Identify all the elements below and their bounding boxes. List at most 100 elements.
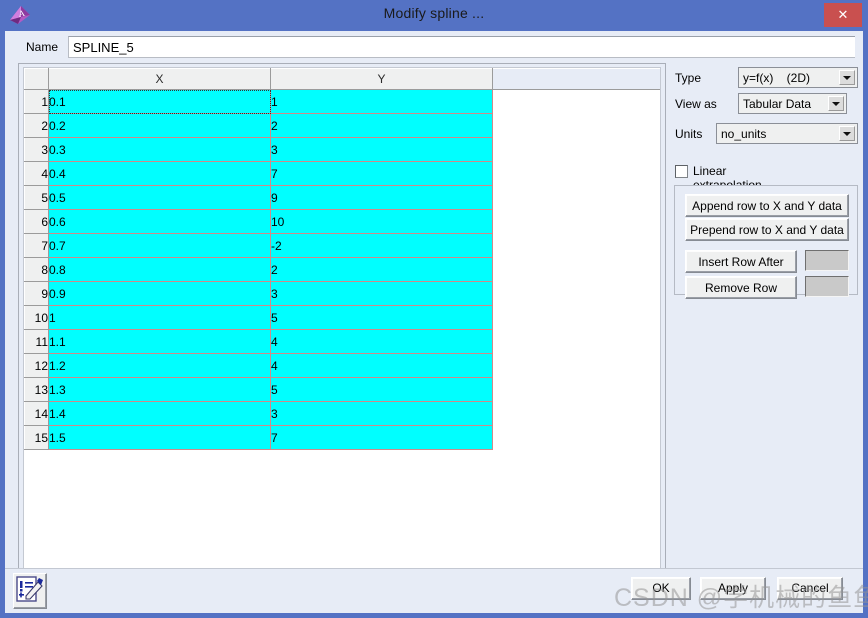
table-row[interactable]: 10.11 — [25, 90, 661, 114]
cell-x[interactable]: 1.1 — [49, 330, 271, 354]
cell-filler — [493, 162, 661, 186]
name-row: Name — [16, 36, 856, 59]
cell-y[interactable]: 9 — [271, 186, 493, 210]
cell-filler — [493, 402, 661, 426]
units-label: Units — [675, 127, 702, 141]
units-select[interactable]: no_units — [716, 123, 858, 144]
cell-x[interactable]: 0.1 — [49, 90, 271, 114]
insert-row-after-input[interactable] — [805, 250, 849, 271]
table-row[interactable]: 80.82 — [25, 258, 661, 282]
cell-x[interactable]: 0.9 — [49, 282, 271, 306]
cell-y[interactable]: 2 — [271, 258, 493, 282]
row-number[interactable]: 6 — [25, 210, 49, 234]
cell-y[interactable]: 5 — [271, 306, 493, 330]
cell-x[interactable]: 0.4 — [49, 162, 271, 186]
table-row[interactable]: 90.93 — [25, 282, 661, 306]
view-as-select-value: Tabular Data — [743, 97, 811, 111]
row-number[interactable]: 3 — [25, 138, 49, 162]
cell-y[interactable]: 1 — [271, 90, 493, 114]
append-row-button[interactable]: Append row to X and Y data — [685, 194, 849, 217]
cell-x[interactable]: 1.5 — [49, 426, 271, 450]
cell-y[interactable]: 7 — [271, 426, 493, 450]
linear-extrapolation-checkbox[interactable] — [675, 165, 688, 178]
cell-x[interactable]: 1.2 — [49, 354, 271, 378]
row-number[interactable]: 7 — [25, 234, 49, 258]
insert-row-after-button[interactable]: Insert Row After — [685, 250, 797, 273]
cell-filler — [493, 234, 661, 258]
row-number[interactable]: 2 — [25, 114, 49, 138]
table-row[interactable]: 131.35 — [25, 378, 661, 402]
cell-filler — [493, 90, 661, 114]
cell-filler — [493, 354, 661, 378]
chevron-down-icon[interactable] — [839, 70, 855, 85]
row-number[interactable]: 13 — [25, 378, 49, 402]
row-number[interactable]: 12 — [25, 354, 49, 378]
chevron-down-icon[interactable] — [839, 126, 855, 141]
table-row[interactable]: 151.57 — [25, 426, 661, 450]
remove-row-input[interactable] — [805, 276, 849, 297]
cell-y[interactable]: -2 — [271, 234, 493, 258]
cell-filler — [493, 210, 661, 234]
remove-row-button[interactable]: Remove Row — [685, 276, 797, 299]
units-select-value: no_units — [721, 127, 766, 141]
close-icon[interactable]: ✕ — [824, 3, 862, 27]
cell-x[interactable]: 0.3 — [49, 138, 271, 162]
table-row[interactable]: 141.43 — [25, 402, 661, 426]
cell-filler — [493, 426, 661, 450]
edit-note-pencil-icon[interactable] — [13, 573, 47, 609]
cell-y[interactable]: 3 — [271, 138, 493, 162]
cell-filler — [493, 186, 661, 210]
cell-y[interactable]: 4 — [271, 330, 493, 354]
row-number-header — [25, 69, 49, 90]
column-header-x[interactable]: X — [49, 69, 271, 90]
row-number[interactable]: 8 — [25, 258, 49, 282]
view-as-select[interactable]: Tabular Data — [738, 93, 847, 114]
type-select[interactable]: y=f(x) (2D) — [738, 67, 858, 88]
cell-x[interactable]: 1.3 — [49, 378, 271, 402]
table-row[interactable]: 20.22 — [25, 114, 661, 138]
cell-y[interactable]: 5 — [271, 378, 493, 402]
row-number[interactable]: 1 — [25, 90, 49, 114]
cell-x[interactable]: 0.7 — [49, 234, 271, 258]
row-number[interactable]: 11 — [25, 330, 49, 354]
name-input[interactable] — [68, 36, 855, 58]
row-number[interactable]: 5 — [25, 186, 49, 210]
row-number[interactable]: 14 — [25, 402, 49, 426]
cell-y[interactable]: 10 — [271, 210, 493, 234]
prepend-row-button[interactable]: Prepend row to X and Y data — [685, 218, 849, 241]
cancel-button[interactable]: Cancel — [777, 577, 843, 600]
table-row[interactable]: 121.24 — [25, 354, 661, 378]
cell-x[interactable]: 0.6 — [49, 210, 271, 234]
cell-y[interactable]: 3 — [271, 402, 493, 426]
column-header-y[interactable]: Y — [271, 69, 493, 90]
table-row[interactable]: 50.59 — [25, 186, 661, 210]
cell-y[interactable]: 7 — [271, 162, 493, 186]
apply-button[interactable]: Apply — [700, 577, 766, 600]
row-number[interactable]: 15 — [25, 426, 49, 450]
table-row[interactable]: 60.610 — [25, 210, 661, 234]
cell-filler — [493, 306, 661, 330]
spline-data-table-scroll[interactable]: X Y 10.1120.2230.3340.4750.5960.61070.7-… — [23, 67, 661, 590]
cell-x[interactable]: 0.8 — [49, 258, 271, 282]
cell-x[interactable]: 0.5 — [49, 186, 271, 210]
ok-button[interactable]: OK — [631, 577, 691, 600]
dialog-client-area: Name X Y 1 — [5, 31, 863, 613]
cell-filler — [493, 378, 661, 402]
cell-y[interactable]: 4 — [271, 354, 493, 378]
chevron-down-icon[interactable] — [828, 96, 844, 111]
row-number[interactable]: 4 — [25, 162, 49, 186]
modify-spline-window: A Modify spline ... ✕ Name — [0, 0, 868, 618]
table-row[interactable]: 1015 — [25, 306, 661, 330]
cell-x[interactable]: 1.4 — [49, 402, 271, 426]
cell-x[interactable]: 0.2 — [49, 114, 271, 138]
table-row[interactable]: 40.47 — [25, 162, 661, 186]
cell-filler — [493, 114, 661, 138]
row-number[interactable]: 9 — [25, 282, 49, 306]
cell-y[interactable]: 3 — [271, 282, 493, 306]
row-number[interactable]: 10 — [25, 306, 49, 330]
table-row[interactable]: 30.33 — [25, 138, 661, 162]
table-row[interactable]: 111.14 — [25, 330, 661, 354]
cell-y[interactable]: 2 — [271, 114, 493, 138]
table-row[interactable]: 70.7-2 — [25, 234, 661, 258]
cell-x[interactable]: 1 — [49, 306, 271, 330]
